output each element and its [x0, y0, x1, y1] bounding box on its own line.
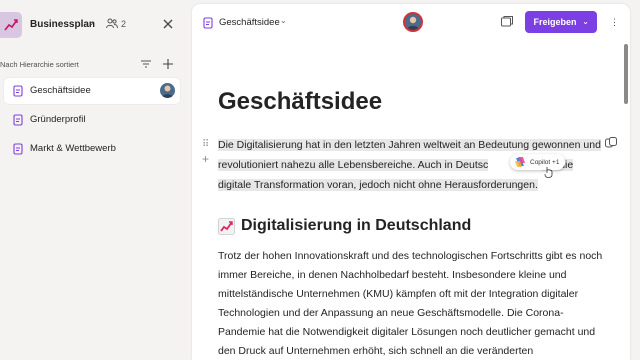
section-heading-text: Digitalisierung in Deutschland	[241, 217, 472, 234]
chart-increasing-icon	[218, 217, 235, 235]
drag-handle-icon[interactable]: ⠿	[202, 139, 209, 150]
workspace-header[interactable]: Businessplan ⌄ 2	[0, 10, 190, 42]
page-title[interactable]: Geschäftsidee	[218, 88, 382, 116]
members-button[interactable]: 2	[106, 18, 126, 29]
loop-page-icon	[203, 17, 213, 29]
sort-label: Nach Hierarchie sortiert	[0, 60, 79, 69]
sidebar-item-markt-wettbewerb[interactable]: Markt & Wettbewerb	[4, 136, 180, 162]
sort-row: Nach Hierarchie sortiert	[0, 58, 190, 72]
chevron-down-icon[interactable]: ⌄	[88, 18, 95, 27]
avatar[interactable]	[403, 12, 423, 32]
layout-icon[interactable]	[500, 15, 514, 29]
document-page: Geschäftsidee ⌄ Freigeben ⌄ ⋮ Geschäftsi…	[192, 4, 630, 360]
sidebar-item-label: Markt & Wettbewerb	[30, 143, 116, 154]
members-count: 2	[121, 18, 127, 29]
loop-page-icon	[13, 85, 23, 97]
share-button[interactable]: Freigeben ⌄	[525, 11, 597, 33]
plus-icon[interactable]: +	[202, 152, 209, 166]
chevron-down-icon: ⌄	[582, 19, 589, 26]
copilot-presence-badge[interactable]: Copilot +1	[510, 154, 566, 170]
people-icon	[106, 18, 118, 29]
sidebar-item-geschaeftsidee[interactable]: Geschäftsidee	[4, 78, 180, 104]
filter-icon[interactable]	[140, 58, 152, 70]
copilot-icon	[515, 157, 525, 167]
hand-cursor-icon	[544, 167, 553, 178]
copilot-label: Copilot +1	[530, 158, 560, 166]
sidebar-item-label: Gründerprofil	[30, 114, 86, 125]
close-icon[interactable]	[160, 16, 176, 32]
plus-icon[interactable]	[162, 58, 174, 70]
chevron-down-icon[interactable]: ⌄	[280, 16, 287, 25]
paragraph[interactable]: Trotz der hohen Innovationskraft und des…	[218, 247, 608, 360]
workspace-logo-icon	[0, 12, 22, 38]
more-options-icon[interactable]: ⋮	[610, 18, 620, 27]
sidebar-item-label: Geschäftsidee	[30, 85, 91, 96]
workspace-name: Businessplan	[30, 19, 96, 30]
loop-page-icon	[13, 114, 23, 126]
share-label: Freigeben	[533, 17, 577, 27]
copilot-icon[interactable]	[604, 136, 618, 150]
sidebar: Businessplan ⌄ 2 Nach Hierarchie sortier…	[0, 0, 190, 360]
avatar	[160, 83, 175, 98]
sidebar-item-gruenderprofil[interactable]: Gründerprofil	[4, 107, 180, 133]
breadcrumb[interactable]: Geschäftsidee	[219, 17, 280, 28]
scrollbar[interactable]	[624, 44, 628, 104]
loop-page-icon	[13, 143, 23, 155]
section-heading[interactable]: Digitalisierung in Deutschland	[218, 217, 471, 235]
page-topbar: Geschäftsidee ⌄ Freigeben ⌄ ⋮	[192, 4, 630, 40]
